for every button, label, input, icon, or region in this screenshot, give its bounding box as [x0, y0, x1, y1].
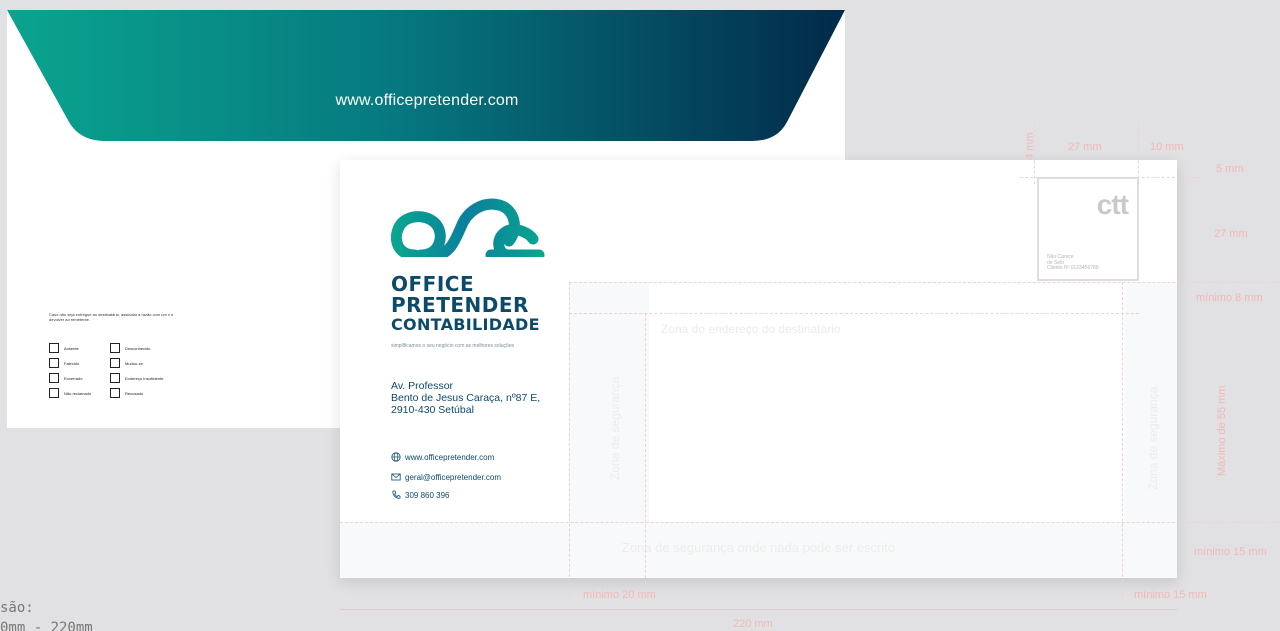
dim-min-20mm: mínimo 20 mm — [583, 589, 656, 601]
width-ruler — [340, 609, 1177, 610]
guide-top-recipient — [569, 282, 1280, 283]
contact-phone: 309 860 396 — [391, 490, 450, 500]
envelope-flap: www.officepretender.com — [7, 10, 845, 141]
check-endereco-insuficiente[interactable]: Endereço Insuficiente — [110, 373, 163, 383]
contact-email: geral@officepretender.com — [391, 472, 501, 482]
dim-27mm-top: 27 mm — [1068, 141, 1102, 153]
contact-website: www.officepretender.com — [391, 452, 494, 462]
flap-website: www.officepretender.com — [335, 92, 519, 109]
address-line-2: Bento de Jesus Caraça, nº87 E, — [391, 392, 541, 404]
check-encerrado[interactable]: Encerrado — [49, 373, 82, 383]
safety-zone-bottom-label: Zona de segurança onde nada pode ser esc… — [621, 540, 896, 555]
office-pretender-logo-icon — [391, 198, 545, 257]
guide-right-safety — [1122, 282, 1123, 602]
dim-4mm: 4 mm — [1024, 132, 1036, 161]
stamp-note: Não Carece de Selo Cliente Nº 0123456789 — [1047, 254, 1099, 271]
mail-icon — [391, 473, 401, 481]
info-line-1: são: — [0, 600, 34, 616]
dim-min-15mm-right: mínimo 15 mm — [1194, 546, 1267, 558]
address-line-3: 2910-430 Setúbal — [391, 404, 474, 416]
postage-stamp: ctt Não Carece de Selo Cliente Nº 012345… — [1037, 177, 1139, 281]
ctt-logo: ctt — [1096, 189, 1129, 220]
dim-max-55mm: Máximo de 55 mm — [1216, 385, 1228, 476]
info-line-2: 0mm - 220mm — [0, 620, 93, 631]
recipient-zone-label: Zona do endereço do destinatário — [661, 322, 841, 336]
check-falecido[interactable]: Falecido — [49, 358, 79, 368]
safety-zone-right-label: Zona de segurança — [1146, 386, 1160, 490]
return-note: Caso não seja entregue ao destinatário, … — [49, 312, 174, 322]
guide-recipient-left — [645, 313, 646, 583]
dim-220mm: 220 mm — [733, 618, 773, 630]
flap-shape — [7, 10, 845, 141]
check-nao-reclamado[interactable]: Não reclamado — [49, 388, 91, 398]
guide-stamp-top — [1020, 177, 1200, 178]
front-envelope: OFFICE PRETENDER CONTABILIDADE simplific… — [340, 160, 1177, 578]
check-ausente[interactable]: Ausente — [49, 343, 79, 353]
globe-icon — [391, 452, 401, 462]
dim-27mm-side: 27 mm — [1214, 228, 1248, 240]
address-line-1: Av. Professor — [391, 380, 454, 392]
safety-zone-left-label: Zona de segurança — [608, 376, 622, 480]
dim-min-15mm-bottom: mínimo 15 mm — [1134, 589, 1207, 601]
check-recusado[interactable]: Recusado — [110, 388, 143, 398]
guide-bottom-safety — [340, 522, 1280, 523]
sender-address: Av. Professor Bento de Jesus Caraça, nº8… — [391, 380, 540, 416]
guide-inner-top — [569, 313, 1139, 314]
brand-tagline: simplificamos o seu negócio com as melho… — [391, 343, 515, 349]
guide-stamp-right — [1138, 124, 1139, 184]
check-desconhecido[interactable]: Desconhecido — [110, 343, 150, 353]
phone-icon — [392, 490, 401, 499]
brand-line-office: OFFICE — [391, 272, 475, 296]
brand-line-pretender: PRETENDER — [391, 293, 529, 317]
check-mudou-se[interactable]: Mudou-se — [110, 358, 143, 368]
brand-line-contabilidade: CONTABILIDADE — [391, 315, 540, 334]
guide-left-safety — [569, 282, 570, 602]
dim-min-8mm: mínimo 8 mm — [1196, 292, 1263, 304]
brand-name: OFFICE PRETENDER CONTABILIDADE — [391, 274, 540, 333]
dim-10mm: 10 mm — [1150, 141, 1184, 153]
dim-5mm: 5 mm — [1216, 163, 1244, 175]
